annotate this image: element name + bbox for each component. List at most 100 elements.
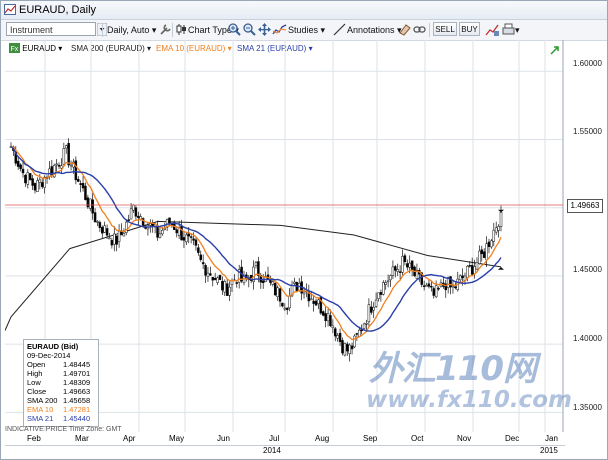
candle-body	[110, 239, 114, 246]
y-tick: 1.40000	[573, 334, 602, 343]
candle-body	[396, 269, 399, 272]
candle-body	[302, 291, 306, 295]
candle-body	[86, 197, 90, 208]
candle-body	[213, 277, 217, 281]
info-row-close: Close 1.49663	[27, 387, 91, 396]
candle-body	[312, 300, 315, 304]
zoom-in-icon[interactable]	[227, 22, 242, 37]
candle-body	[288, 295, 291, 309]
candle-body	[31, 178, 34, 186]
x-tick: Jun	[217, 434, 230, 443]
candle-body	[199, 254, 203, 260]
candle-body	[394, 266, 397, 271]
candle-body	[228, 286, 231, 296]
candle-body	[161, 230, 164, 235]
candle-body	[367, 304, 371, 323]
studies-icon[interactable]	[272, 22, 287, 37]
candle-body	[40, 182, 44, 187]
x-axis-months[interactable]: Feb Mar Apr May Jun Jul Aug Sep Oct Nov …	[5, 433, 565, 445]
settings-wrench-icon[interactable]	[158, 22, 173, 37]
candle-body	[69, 164, 73, 167]
candle-body	[98, 222, 102, 228]
info-title: EURAUD (Bid)	[27, 342, 79, 351]
x-tick: Sep	[363, 434, 378, 443]
candle-body	[101, 226, 104, 234]
candle-body	[81, 183, 85, 189]
candle-body	[283, 307, 287, 310]
studies-label: Studies	[288, 25, 319, 35]
candle-body	[103, 225, 106, 233]
candle-body	[64, 145, 68, 149]
watermark-url: www.fx110.com	[366, 387, 573, 413]
candle-body	[57, 164, 61, 167]
candle-body	[271, 281, 275, 285]
candle-body	[261, 280, 265, 284]
candle-body	[386, 280, 390, 283]
y-tick: 1.60000	[573, 59, 602, 68]
link-icon[interactable]	[412, 22, 427, 37]
candle-body	[358, 329, 361, 337]
candle-body	[451, 285, 455, 288]
candle-body	[478, 250, 481, 264]
sell-button[interactable]: SELL	[433, 22, 457, 36]
candle-body	[454, 286, 457, 289]
toolbar: Instrument Daily, Auto ▾ Chart Type ▾ St…	[1, 20, 607, 41]
candle-body	[331, 325, 335, 329]
instrument-placeholder: Instrument	[10, 25, 53, 35]
x-axis-year: 2014 2015	[5, 445, 565, 458]
candle-body	[377, 292, 380, 299]
chart-window: EURAUD, Daily Instrument Daily, Auto ▾ C…	[0, 0, 608, 460]
candle-body	[189, 236, 193, 238]
candle-body	[223, 281, 227, 293]
candle-body	[408, 262, 411, 268]
candle-body	[338, 332, 342, 343]
candle-body	[216, 277, 219, 283]
print-dropdown-icon[interactable]: ▾	[515, 23, 520, 37]
y-tick: 1.55000	[573, 127, 602, 136]
candle-body	[314, 300, 318, 306]
info-row-ema10: EMA 10 1.47281	[27, 405, 91, 414]
candle-body	[209, 273, 212, 276]
watermark-chinese: 外汇110网	[369, 349, 537, 389]
candle-body	[192, 238, 195, 241]
title-bar: EURAUD, Daily	[1, 1, 607, 20]
candle-body	[461, 275, 464, 279]
candle-body	[466, 265, 469, 278]
candle-body	[137, 215, 140, 218]
candle-body	[329, 315, 332, 327]
chart-settings-icon[interactable]	[485, 22, 500, 37]
buy-button[interactable]: BUY	[459, 22, 480, 36]
instrument-input[interactable]: Instrument	[6, 22, 96, 36]
pan-icon[interactable]	[257, 22, 272, 37]
toolbar-separator	[102, 23, 103, 37]
period-label: Daily, Auto	[107, 25, 150, 35]
print-icon[interactable]	[501, 22, 516, 37]
candle-body	[470, 265, 474, 275]
x-tick: Aug	[315, 434, 330, 443]
candle-body	[372, 307, 375, 311]
candle-body	[62, 148, 66, 165]
candle-body	[322, 311, 325, 316]
candle-body	[36, 180, 39, 193]
candle-body	[221, 280, 224, 291]
candle-body	[113, 233, 116, 245]
candle-body	[201, 262, 205, 265]
candle-body	[175, 229, 178, 234]
info-row-sma200: SMA 200 1.45658	[27, 396, 91, 405]
studies-dropdown[interactable]: Studies ▾	[288, 23, 325, 37]
candle-body	[185, 234, 188, 243]
candle-body	[343, 343, 347, 356]
candle-body	[79, 183, 82, 185]
candle-body	[370, 306, 373, 313]
info-date: 09-Dec-2014	[27, 351, 71, 360]
period-dropdown[interactable]: Daily, Auto ▾	[107, 23, 156, 37]
zoom-out-icon[interactable]	[242, 22, 257, 37]
annotations-dropdown[interactable]: Annotations ▾	[347, 23, 402, 37]
candle-body	[26, 172, 30, 185]
annotation-line-icon[interactable]	[332, 22, 347, 37]
candle-body	[485, 243, 488, 261]
candle-body	[437, 287, 440, 290]
eraser-icon[interactable]	[397, 22, 412, 37]
candle-body	[16, 160, 20, 167]
candle-body	[309, 298, 313, 301]
